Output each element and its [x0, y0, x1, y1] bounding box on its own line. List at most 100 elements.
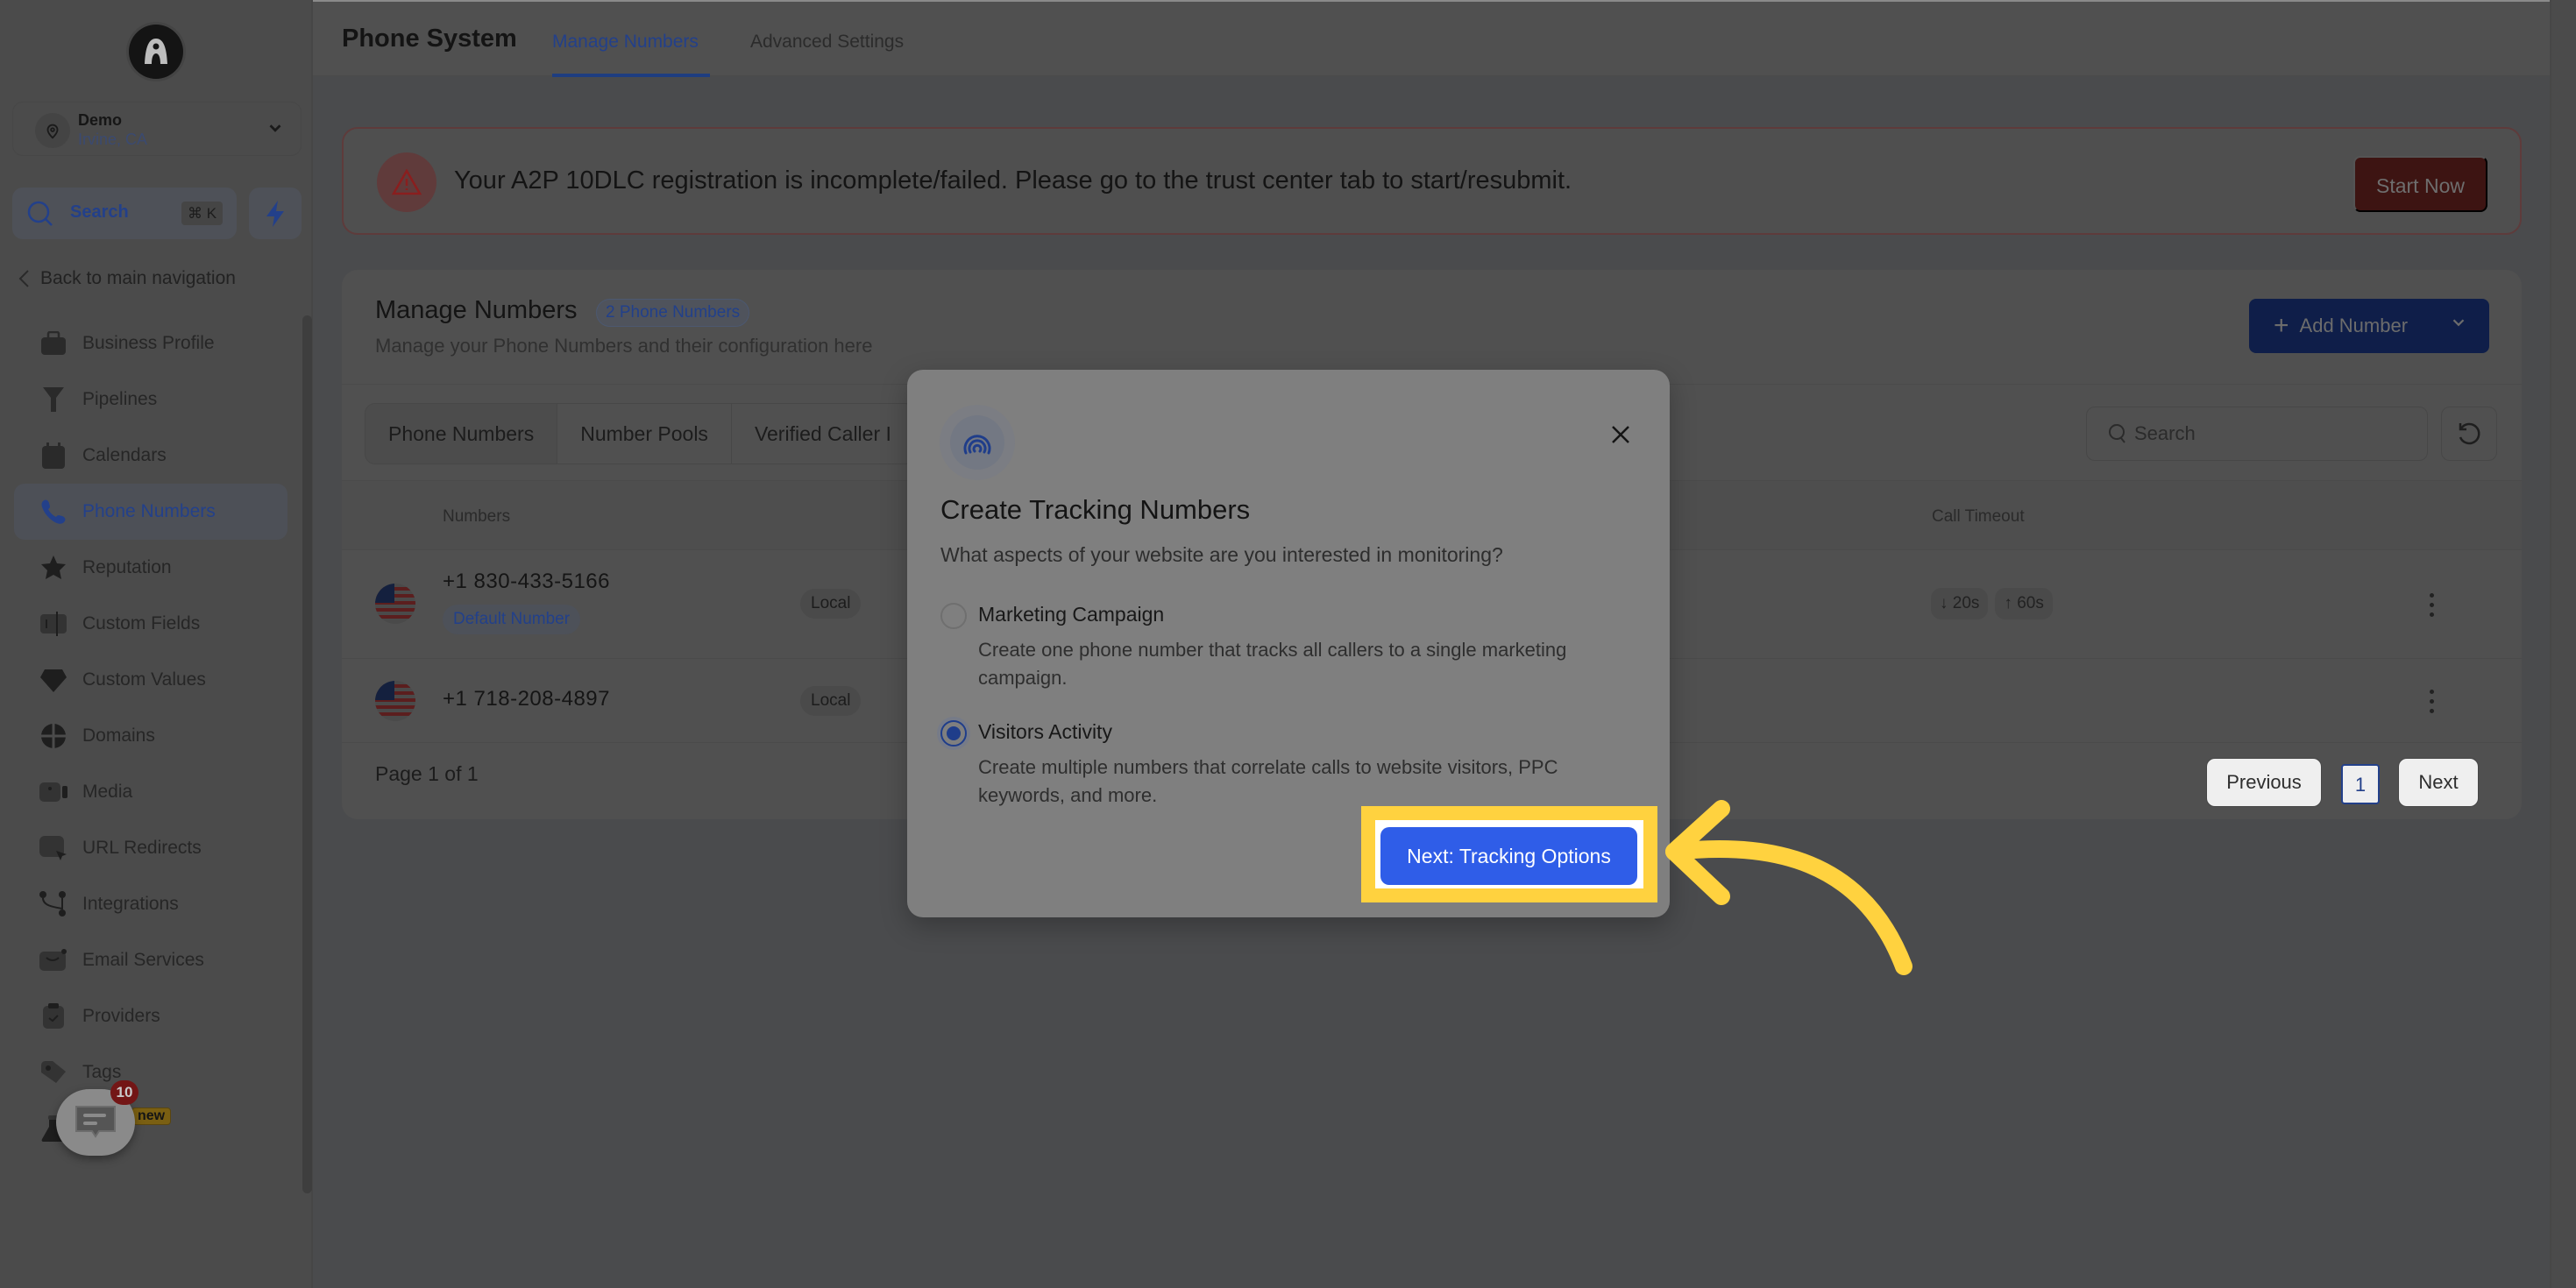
- segment-phone-numbers[interactable]: Phone Numbers: [365, 404, 558, 464]
- location-switcher[interactable]: Demo Irvine, CA: [12, 102, 302, 156]
- page-1-button[interactable]: 1: [2341, 764, 2380, 804]
- sidebar-item-label: Media: [82, 782, 133, 802]
- column-numbers: Numbers: [443, 507, 511, 526]
- custom-fields-icon: [39, 609, 68, 639]
- banner-message: Your A2P 10DLC registration is incomplet…: [454, 166, 1572, 195]
- next-tracking-options-button[interactable]: Next: Tracking Options: [1380, 827, 1637, 885]
- sidebar-item-label: Email Services: [82, 950, 204, 970]
- number-type-badge: Local: [800, 589, 862, 619]
- cursor-icon: [39, 833, 68, 863]
- chat-widget-button[interactable]: 10: [56, 1080, 138, 1156]
- close-icon[interactable]: [1607, 421, 1635, 449]
- sidebar-nav: Business Profile Pipelines Calendars Pho…: [14, 315, 287, 1157]
- signal-broadcast-icon: [963, 435, 991, 455]
- radio-visitors-activity[interactable]: [940, 720, 967, 747]
- logo-a-icon: [145, 39, 167, 64]
- chat-icon: [75, 1106, 116, 1138]
- funnel-icon: [39, 385, 68, 414]
- search-input[interactable]: [2134, 422, 2415, 445]
- sidebar-item-business-profile[interactable]: Business Profile: [14, 315, 287, 372]
- back-to-main-navigation[interactable]: Back to main navigation: [18, 268, 236, 289]
- sidebar: Demo Irvine, CA Search ⌘ K Back to main …: [0, 0, 313, 1288]
- sidebar-item-label: Phone Numbers: [82, 501, 216, 521]
- start-now-button[interactable]: Start Now: [2353, 156, 2487, 212]
- next-page-button[interactable]: Next: [2398, 758, 2479, 807]
- search-label: Search: [70, 202, 129, 222]
- sidebar-scrollbar[interactable]: [302, 315, 312, 1193]
- quick-actions-button[interactable]: [249, 188, 302, 239]
- app-logo[interactable]: [129, 25, 183, 79]
- modal-icon-wrap: [940, 405, 1015, 480]
- sidebar-item-url-redirects[interactable]: URL Redirects: [14, 820, 287, 876]
- chevron-left-icon: [18, 270, 29, 287]
- notification-badge: 10: [110, 1080, 138, 1105]
- video-icon: [39, 777, 68, 807]
- git-branch-icon: [39, 889, 68, 919]
- sidebar-item-labs[interactable]: Labs new: [14, 1100, 287, 1157]
- option-description: Create multiple numbers that correlate c…: [978, 756, 1558, 806]
- segment-number-pools[interactable]: Number Pools: [557, 404, 732, 464]
- us-flag-icon: [375, 584, 415, 624]
- modal-subtitle: What aspects of your website are you int…: [940, 543, 1503, 566]
- phone-icon: [39, 497, 68, 527]
- sidebar-item-reputation[interactable]: Reputation: [14, 540, 287, 596]
- add-number-button[interactable]: + Add Number: [2249, 299, 2489, 353]
- sidebar-item-integrations[interactable]: Integrations: [14, 876, 287, 932]
- sidebar-item-label: Reputation: [82, 557, 172, 577]
- location-city: Irvine, CA: [78, 131, 148, 148]
- refresh-icon: [2459, 422, 2480, 445]
- sidebar-item-custom-fields[interactable]: Custom Fields: [14, 596, 287, 652]
- sidebar-item-custom-values[interactable]: Custom Values: [14, 652, 287, 708]
- location-name: Demo: [78, 111, 123, 129]
- previous-page-button[interactable]: Previous: [2206, 758, 2322, 807]
- sidebar-item-calendars[interactable]: Calendars: [14, 428, 287, 484]
- phone-number: +1 718-208-4897: [443, 687, 610, 711]
- pagination-summary: Page 1 of 1: [375, 762, 479, 785]
- calendar-icon: [39, 441, 68, 471]
- tab-advanced-settings[interactable]: Advanced Settings: [750, 32, 904, 53]
- radio-marketing-campaign[interactable]: [940, 603, 967, 629]
- more-options-icon[interactable]: [2421, 683, 2442, 718]
- tab-manage-numbers[interactable]: Manage Numbers: [552, 32, 699, 53]
- call-timeout: ↓ 20s ↑ 60s: [1931, 588, 2053, 619]
- a2p-warning-banner: Your A2P 10DLC registration is incomplet…: [342, 127, 2522, 235]
- refresh-button[interactable]: [2441, 407, 2497, 461]
- sidebar-item-email-services[interactable]: Email Services: [14, 932, 287, 988]
- sidebar-item-label: Integrations: [82, 894, 179, 914]
- lightning-icon: [266, 200, 284, 227]
- column-call-timeout: Call Timeout: [1932, 507, 2025, 526]
- option-label: Visitors Activity: [978, 720, 1112, 743]
- sidebar-item-phone-numbers[interactable]: Phone Numbers: [14, 484, 287, 540]
- page-title: Phone System: [342, 25, 517, 53]
- phone-number: +1 830-433-5166: [443, 570, 610, 593]
- default-number-badge: Default Number: [443, 605, 581, 634]
- number-type-badge: Local: [800, 686, 862, 716]
- section-subtitle: Manage your Phone Numbers and their conf…: [375, 335, 873, 357]
- sidebar-item-label: Tags: [82, 1062, 122, 1082]
- sidebar-item-tags[interactable]: Tags: [14, 1044, 287, 1100]
- sidebar-item-label: URL Redirects: [82, 838, 202, 858]
- sidebar-item-label: Custom Fields: [82, 613, 201, 633]
- location-pin-icon: [35, 113, 70, 148]
- us-flag-icon: [375, 681, 415, 721]
- new-badge: new: [131, 1108, 172, 1125]
- sidebar-item-media[interactable]: Media: [14, 764, 287, 820]
- plus-icon: +: [2274, 311, 2289, 340]
- search-icon: [2109, 424, 2125, 443]
- search-shortcut: ⌘ K: [181, 202, 223, 225]
- timeout-inbound: ↓ 20s: [1931, 588, 1989, 619]
- numbers-segmented-tabs: Phone Numbers Number Pools Verified Call…: [365, 403, 916, 464]
- gem-icon: [39, 665, 68, 695]
- sidebar-item-domains[interactable]: Domains: [14, 708, 287, 764]
- chevron-down-icon[interactable]: [2449, 313, 2468, 332]
- more-options-icon[interactable]: [2421, 587, 2442, 622]
- annotation-arrow-icon: [1665, 800, 1912, 975]
- sidebar-item-providers[interactable]: Providers: [14, 988, 287, 1044]
- sidebar-item-label: Business Profile: [82, 333, 215, 353]
- sidebar-search-button[interactable]: Search ⌘ K: [12, 188, 237, 239]
- segment-verified-caller-id[interactable]: Verified Caller I: [732, 404, 915, 464]
- sidebar-item-pipelines[interactable]: Pipelines: [14, 372, 287, 428]
- add-number-label: Add Number: [2299, 315, 2409, 336]
- modal-title: Create Tracking Numbers: [940, 494, 1251, 525]
- top-header: Phone System Manage Numbers Advanced Set…: [313, 0, 2550, 77]
